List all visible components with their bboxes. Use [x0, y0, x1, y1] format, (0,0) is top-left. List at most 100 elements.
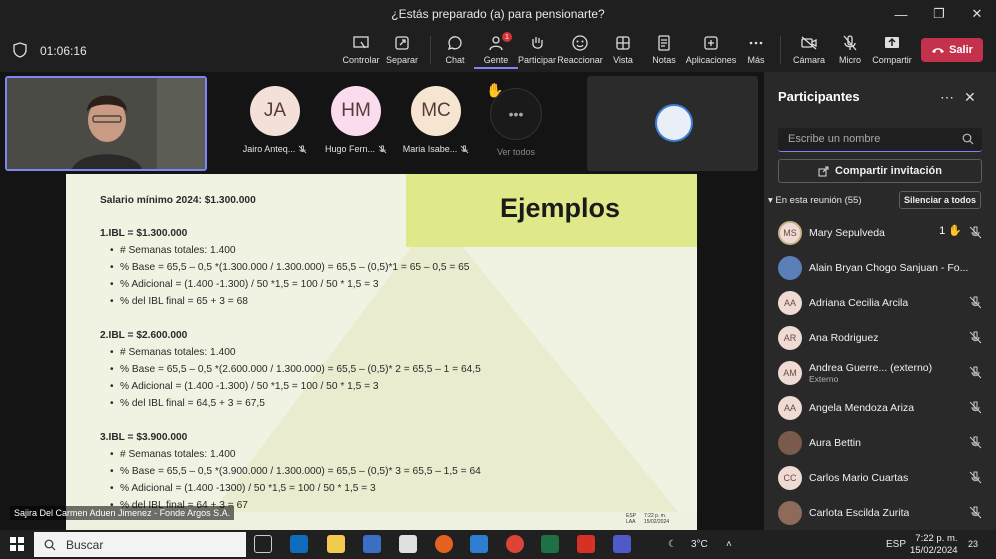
task-view-icon[interactable]	[254, 535, 272, 553]
control-button[interactable]: Controlar	[339, 34, 383, 65]
notes-icon	[658, 35, 670, 51]
keyboard-language[interactable]: ESP	[886, 539, 906, 550]
emoji-icon	[572, 35, 588, 51]
notes-button[interactable]: Notas	[642, 34, 686, 65]
excel-icon[interactable]	[541, 535, 559, 553]
react-button[interactable]: Reaccionar	[557, 34, 603, 65]
raised-hand-icon: ✋	[948, 225, 962, 237]
mic-off-icon	[969, 366, 982, 379]
taskbar-clock[interactable]: 7:22 p. m. 15/02/2024	[910, 533, 958, 557]
firefox-icon[interactable]	[435, 535, 453, 553]
file-explorer-icon[interactable]	[327, 535, 345, 553]
popout-icon	[395, 36, 409, 50]
weather-icon[interactable]: ☾	[668, 539, 677, 550]
participant-avatar: MS	[778, 221, 802, 245]
participant-name: Alain Bryan Chogo Sanjuan - Fo...	[809, 262, 969, 274]
search-icon	[44, 539, 56, 550]
slide-line: % del IBL final = 65 + 3 = 68	[110, 296, 248, 307]
participant-row[interactable]: Carlota Escilda Zurita	[778, 497, 988, 529]
chrome-icon[interactable]	[506, 535, 524, 553]
presenter-video[interactable]	[5, 76, 207, 171]
taskbar-search-box[interactable]: Buscar	[34, 532, 246, 557]
os-taskbar: Buscar ☾ 3°C ˄ ESP 7:22 p. m. 15/02/2024…	[0, 530, 996, 559]
participant-row[interactable]: Aura Bettin	[778, 427, 988, 459]
slide-line: % Base = 65,5 – 0,5 *(2.600.000 / 1.300.…	[110, 364, 481, 375]
mic-button[interactable]: Micro	[828, 34, 872, 65]
participant-row[interactable]: CC Carlos Mario Cuartas	[778, 462, 988, 494]
participant-avatar: AA	[778, 396, 802, 420]
teams-icon[interactable]	[613, 535, 631, 553]
slide-line: % Adicional = (1.400 -1300) / 50 *1,5 = …	[110, 483, 376, 494]
minimize-icon[interactable]: —	[882, 0, 920, 28]
participants-panel: Participantes ⋯ ✕ Escribe un nombre Comp…	[764, 72, 996, 530]
mic-off-icon	[969, 506, 982, 519]
apps-button[interactable]: Aplicaciones	[683, 34, 739, 65]
participant-row[interactable]: AR Ana Rodriguez	[778, 322, 988, 354]
profile-photo-icon	[655, 104, 693, 142]
meeting-toolbar: 01:06:16 Controlar Separar Chat 1 Gente …	[0, 28, 996, 72]
notifications-count[interactable]: 23	[968, 539, 978, 549]
view-button[interactable]: Vista	[601, 34, 645, 65]
notes-label: Notas	[652, 55, 676, 65]
participant-tile[interactable]: JA Jairo Anteq...	[235, 86, 315, 154]
slide-line: % Base = 65,5 – 0,5 *(1.300.000 / 1.300.…	[110, 262, 469, 273]
participant-name: Carlos Mario Cuartas	[809, 472, 909, 484]
share-invite-button[interactable]: Compartir invitación	[778, 159, 982, 183]
participant-avatar: MC	[411, 86, 461, 136]
shared-screen-clock: 7:22 p. m. 15/02/2024	[644, 513, 670, 525]
app-icon[interactable]	[470, 535, 488, 553]
camera-off-icon	[801, 36, 817, 50]
mic-off-icon	[969, 401, 982, 414]
in-meeting-section-toggle[interactable]: ▾ En esta reunión (55)	[768, 195, 862, 206]
share-label: Compartir	[872, 55, 912, 65]
mic-off-icon	[969, 471, 982, 484]
participant-tile[interactable]: HM Hugo Fern...	[316, 86, 396, 154]
slide-line: # Semanas totales: 1.400	[110, 347, 236, 358]
chevron-up-icon[interactable]: ˄	[726, 539, 732, 550]
raise-hand-button[interactable]: Participar	[515, 34, 559, 65]
app-icon[interactable]	[363, 535, 381, 553]
leave-button[interactable]: Salir	[921, 38, 983, 62]
outlook-icon[interactable]	[290, 535, 308, 553]
meeting-timer: 01:06:16	[40, 44, 87, 58]
chat-button[interactable]: Chat	[433, 34, 477, 65]
slide-title: Ejemplos	[500, 193, 621, 223]
participant-tile-name: Maria Isabe...	[402, 144, 458, 154]
webcam-person-image	[7, 78, 205, 169]
acrobat-icon[interactable]	[577, 535, 595, 553]
app-icon[interactable]	[399, 535, 417, 553]
participant-name: Carlota Escilda Zurita	[809, 507, 910, 519]
participant-external-tag: Externo	[809, 374, 839, 384]
share-invite-label: Compartir invitación	[835, 165, 942, 177]
slide-line: % Base = 65,5 – 0,5 *(3.900.000 / 1.300.…	[110, 466, 481, 477]
share-button[interactable]: Compartir	[870, 34, 914, 65]
more-actions-button[interactable]: Más	[734, 34, 778, 65]
people-button[interactable]: 1 Gente	[474, 32, 518, 69]
participant-video-tile[interactable]	[587, 76, 758, 171]
participant-row[interactable]: AM Andrea Guerre... (externo) Externo	[778, 357, 988, 389]
screen-control-icon	[353, 36, 369, 49]
participant-row[interactable]: AA Angela Mendoza Ariza	[778, 392, 988, 424]
slide-line: % del IBL final = 64,5 + 3 = 67,5	[110, 398, 265, 409]
mic-off-icon	[969, 436, 982, 449]
camera-button[interactable]: Cámara	[787, 34, 831, 65]
participant-row[interactable]: AA Adriana Cecilia Arcila	[778, 287, 988, 319]
maximize-icon[interactable]: ❐	[920, 0, 958, 28]
separate-button[interactable]: Separar	[380, 34, 424, 65]
clock-time: 7:22 p. m.	[915, 533, 958, 544]
participant-row[interactable]: MS Mary Sepulveda 1 ✋	[778, 217, 988, 249]
close-window-icon[interactable]: ✕	[958, 0, 996, 28]
windows-start-icon[interactable]	[10, 537, 24, 551]
taskbar-search-label: Buscar	[66, 537, 104, 552]
search-placeholder: Escribe un nombre	[788, 133, 881, 145]
mute-all-button[interactable]: Silenciar a todos	[899, 191, 981, 209]
participant-name: Ana Rodriguez	[809, 332, 879, 344]
participant-tile[interactable]: MC Maria Isabe...	[396, 86, 476, 154]
participant-search-input[interactable]: Escribe un nombre	[778, 128, 982, 152]
panel-more-icon[interactable]: ⋯	[940, 89, 954, 106]
participant-name: Aura Bettin	[809, 437, 861, 449]
participant-row[interactable]: Alain Bryan Chogo Sanjuan - Fo...	[778, 252, 988, 284]
see-all-button[interactable]: •••	[490, 88, 542, 140]
share-screen-icon	[885, 37, 899, 48]
close-panel-icon[interactable]: ✕	[964, 89, 976, 106]
